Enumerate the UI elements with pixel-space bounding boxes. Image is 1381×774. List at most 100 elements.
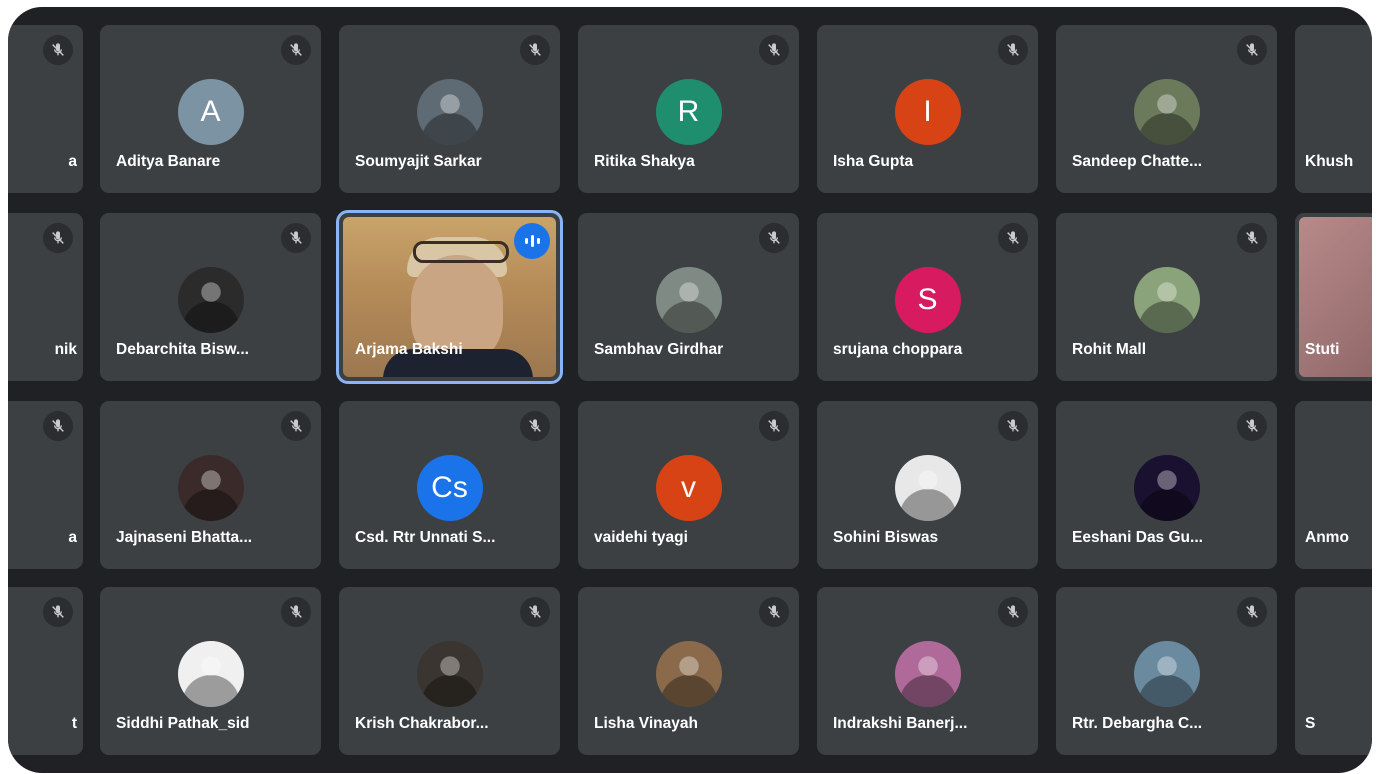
avatar: v	[655, 455, 722, 521]
participant-name: Eeshani Das Gu...	[1072, 529, 1203, 546]
participant-tile[interactable]: I Isha Gupta	[817, 25, 1038, 193]
participant-tile[interactable]: S	[1295, 587, 1372, 755]
participant-tile[interactable]: a	[8, 401, 83, 569]
mic-off-icon	[998, 411, 1028, 441]
participant-grid: a A Aditya Banare Soumyajit Sarkar R Ritika S…	[8, 7, 1372, 773]
mic-off-icon	[759, 35, 789, 65]
mic-off-icon	[281, 35, 311, 65]
mic-off-icon	[281, 597, 311, 627]
avatar	[1133, 79, 1200, 145]
mic-off-icon	[1237, 223, 1267, 253]
mic-off-icon	[998, 35, 1028, 65]
participant-tile[interactable]: Sambhav Girdhar	[578, 213, 799, 381]
avatar	[1133, 455, 1200, 521]
mic-off-icon	[1237, 597, 1267, 627]
participant-tile[interactable]: Stuti	[1295, 213, 1372, 381]
participant-name: Lisha Vinayah	[594, 715, 698, 732]
mic-off-icon	[43, 411, 73, 441]
avatar	[416, 641, 483, 707]
mic-off-icon	[759, 597, 789, 627]
avatar	[655, 267, 722, 333]
participant-name: Sambhav Girdhar	[594, 341, 724, 358]
participant-name: srujana choppara	[833, 341, 963, 358]
avatar: R	[655, 79, 722, 145]
avatar	[894, 455, 961, 521]
avatar: A	[177, 79, 244, 145]
participant-tile[interactable]: Krish Chakrabor...	[339, 587, 560, 755]
participant-name: Indrakshi Banerj...	[833, 715, 968, 732]
mic-off-icon	[43, 597, 73, 627]
mic-off-icon	[43, 35, 73, 65]
participant-tile[interactable]: R Ritika Shakya	[578, 25, 799, 193]
participant-tile[interactable]: Rtr. Debargha C...	[1056, 587, 1277, 755]
avatar: I	[894, 79, 961, 145]
participant-tile[interactable]: Soumyajit Sarkar	[339, 25, 560, 193]
participant-name: Siddhi Pathak_sid	[116, 715, 250, 732]
participant-tile[interactable]: Lisha Vinayah	[578, 587, 799, 755]
participant-name: vaidehi tyagi	[594, 529, 688, 546]
mic-off-icon	[520, 411, 550, 441]
participant-name: Isha Gupta	[833, 153, 914, 170]
participant-name: Anmo	[1305, 529, 1349, 546]
avatar	[1133, 267, 1200, 333]
participant-tile[interactable]: Ssrujana choppara	[817, 213, 1038, 381]
meeting-window: a A Aditya Banare Soumyajit Sarkar R Ritika S…	[8, 7, 1372, 773]
participant-tile[interactable]: Cs Csd. Rtr Unnati S...	[339, 401, 560, 569]
mic-off-icon	[998, 223, 1028, 253]
participant-tile[interactable]: Eeshani Das Gu...	[1056, 401, 1277, 569]
mic-off-icon	[759, 411, 789, 441]
avatar	[416, 79, 483, 145]
participant-name: a	[68, 153, 77, 170]
participant-tile[interactable]: Debarchita Bisw...	[100, 213, 321, 381]
participant-tile[interactable]: Siddhi Pathak_sid	[100, 587, 321, 755]
participant-name: Rtr. Debargha C...	[1072, 715, 1203, 732]
avatar	[894, 641, 961, 707]
mic-off-icon	[520, 597, 550, 627]
participant-name: t	[71, 715, 77, 732]
mic-off-icon	[759, 223, 789, 253]
participant-name: a	[68, 529, 77, 546]
mic-off-icon	[1237, 411, 1267, 441]
participant-name: Rohit Mall	[1072, 341, 1147, 358]
participant-name: Soumyajit Sarkar	[355, 153, 482, 170]
avatar	[655, 641, 722, 707]
mic-off-icon	[1237, 35, 1267, 65]
participant-name: Sandeep Chatte...	[1072, 153, 1203, 170]
participant-tile[interactable]: A Aditya Banare	[100, 25, 321, 193]
participant-tile[interactable]: Sohini Biswas	[817, 401, 1038, 569]
mic-off-icon	[281, 411, 311, 441]
participant-name: Debarchita Bisw...	[116, 341, 249, 358]
mic-off-icon	[520, 35, 550, 65]
participant-name: Aditya Banare	[116, 153, 221, 170]
avatar	[1133, 641, 1200, 707]
participant-name: Ritika Shakya	[594, 153, 695, 170]
mic-off-icon	[281, 223, 311, 253]
participant-tile[interactable]: v vaidehi tyagi	[578, 401, 799, 569]
participant-name: Krish Chakrabor...	[355, 715, 489, 732]
participant-tile[interactable]: t	[8, 587, 83, 755]
participant-tile[interactable]: Khush	[1295, 25, 1372, 193]
participant-name: Jajnaseni Bhatta...	[116, 529, 253, 546]
participant-tile[interactable]: Rohit Mall	[1056, 213, 1277, 381]
participant-name: Csd. Rtr Unnati S...	[355, 529, 496, 546]
audio-level-icon	[514, 223, 550, 259]
participant-tile[interactable]: Sandeep Chatte...	[1056, 25, 1277, 193]
participant-name: S	[1305, 715, 1316, 732]
avatar: S	[894, 267, 961, 333]
participant-tile[interactable]: Indrakshi Banerj...	[817, 587, 1038, 755]
avatar: Cs	[416, 455, 483, 521]
participant-tile[interactable]: nik	[8, 213, 83, 381]
participant-name: Arjama Bakshi	[355, 341, 463, 358]
avatar	[177, 455, 244, 521]
mic-off-icon	[43, 223, 73, 253]
participant-tile[interactable]: Arjama Bakshi	[339, 213, 560, 381]
participant-tile[interactable]: Jajnaseni Bhatta...	[100, 401, 321, 569]
participant-tile[interactable]: Anmo	[1295, 401, 1372, 569]
mic-off-icon	[998, 597, 1028, 627]
participant-tile[interactable]: a	[8, 25, 83, 193]
participant-name: Sohini Biswas	[833, 529, 939, 546]
participant-name: Khush	[1305, 153, 1354, 170]
avatar	[177, 641, 244, 707]
participant-name: nik	[54, 341, 77, 358]
avatar	[177, 267, 244, 333]
